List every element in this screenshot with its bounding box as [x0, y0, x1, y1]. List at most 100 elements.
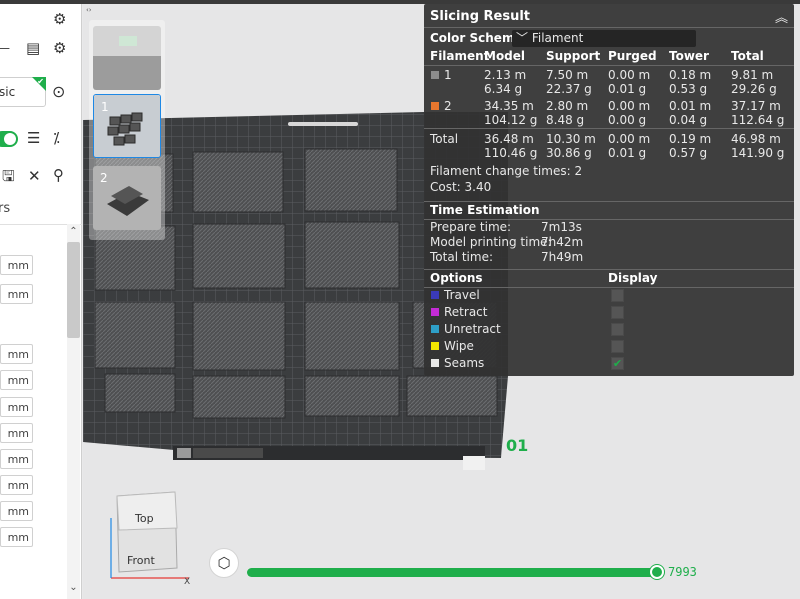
plate-thumb-2[interactable]: 2: [93, 166, 161, 230]
filament-tower-value: 0.18 m: [669, 68, 712, 82]
sidebar-scrollbar[interactable]: ⌃ ⌄: [67, 224, 80, 599]
divider: [424, 269, 794, 270]
column-header: Model: [484, 49, 526, 63]
total-model-value: 36.48 m: [484, 132, 534, 146]
divider: [424, 65, 794, 66]
scroll-up-icon[interactable]: ⌃: [68, 226, 79, 237]
filament-support-value: 8.48 g: [546, 113, 585, 127]
length-field[interactable]: mm: [0, 423, 33, 443]
total-purged-value: 0.00 m: [608, 132, 651, 146]
app-window: ⚙ — ▤ ⚙ sic ✔ ⊙ ☰ ⁒ 🖫 ✕ ⚲ rs mm mm mm mm mm m…: [0, 0, 800, 599]
display-checkbox[interactable]: [611, 323, 624, 336]
total-tower-value: 0.19 m: [669, 132, 712, 146]
display-checkbox[interactable]: [611, 340, 624, 353]
color-scheme-select[interactable]: ﹀ Filament: [512, 30, 696, 47]
save-icon[interactable]: 🖫: [2, 168, 15, 184]
unit-label: mm: [7, 531, 29, 544]
list-icon[interactable]: ☰: [27, 130, 40, 146]
filament-total-value: 29.26 g: [731, 82, 777, 96]
display-checkbox[interactable]: [611, 306, 624, 319]
color-scheme-label: Color Scheme: [430, 31, 523, 45]
display-checkbox[interactable]: ✔: [611, 357, 624, 370]
more-options-icon[interactable]: ⊙: [52, 84, 65, 100]
option-label: Wipe: [444, 339, 474, 353]
unit-label: mm: [7, 427, 29, 440]
option-color-swatch: [431, 325, 439, 333]
filament-total-value: 9.81 m: [731, 68, 774, 82]
filament-id: 2: [444, 99, 452, 113]
plate-number: 1: [101, 100, 109, 114]
option-label: Retract: [444, 305, 488, 319]
layer-slider-value: 7993: [668, 565, 697, 579]
length-field[interactable]: mm: [0, 344, 33, 364]
settings-gear-icon[interactable]: ⚙: [53, 11, 66, 27]
panel-title: Slicing Result: [430, 9, 531, 24]
time-estimation-title: Time Estimation: [430, 203, 540, 217]
printer-config-icon[interactable]: ▤: [26, 40, 40, 56]
total-total-value: 46.98 m: [731, 132, 781, 146]
filament-tower-value: 0.53 g: [669, 82, 708, 96]
layer-slider-track[interactable]: [247, 568, 657, 577]
filament-support-value: 2.80 m: [546, 99, 589, 113]
length-field[interactable]: mm: [0, 255, 33, 275]
plate-object-label: 01: [506, 436, 529, 455]
cost-value: Cost: 3.40: [430, 180, 492, 194]
collapse-handle-icon[interactable]: ‹›: [86, 6, 92, 14]
column-header: Purged: [608, 49, 657, 63]
plate-thumb-1[interactable]: 1: [93, 94, 161, 158]
length-field[interactable]: mm: [0, 475, 33, 495]
time-value: 7m13s: [541, 220, 582, 234]
length-field[interactable]: mm: [0, 449, 33, 469]
navigation-cube[interactable]: X Top Front: [105, 488, 195, 592]
navcube-front-label: Front: [127, 554, 155, 567]
navcube-top-label: Top: [135, 512, 154, 525]
plate-list: 1 2: [89, 20, 165, 240]
length-field[interactable]: mm: [0, 370, 33, 390]
filament-preset-combo[interactable]: sic ✔: [0, 77, 46, 107]
minus-icon[interactable]: —: [0, 40, 10, 56]
filament-change-times: Filament change times: 2: [430, 164, 583, 178]
close-icon[interactable]: ✕: [28, 168, 41, 184]
length-field[interactable]: mm: [0, 501, 33, 521]
advanced-toggle[interactable]: [0, 131, 18, 147]
length-field[interactable]: mm: [0, 527, 33, 547]
view-3d-button[interactable]: ⬡: [209, 548, 239, 578]
option-label: Travel: [444, 288, 480, 302]
time-value: 7h49m: [541, 250, 584, 264]
display-checkbox[interactable]: [611, 289, 624, 302]
option-label: Unretract: [444, 322, 501, 336]
length-field[interactable]: mm: [0, 284, 33, 304]
collapse-up-icon[interactable]: ︽: [775, 7, 788, 26]
unit-label: mm: [7, 505, 29, 518]
filament-tower-value: 0.01 m: [669, 99, 712, 113]
column-header: Support: [546, 49, 601, 63]
column-header: Total: [731, 49, 764, 63]
divider: [424, 128, 794, 129]
filament-purged-value: 0.00 m: [608, 99, 651, 113]
settings-sidebar: ⚙ — ▤ ⚙ sic ✔ ⊙ ☰ ⁒ 🖫 ✕ ⚲ rs mm mm mm mm mm m…: [0, 4, 82, 599]
filament-model-value: 6.34 g: [484, 82, 523, 96]
filament-preset-value: sic: [0, 85, 16, 99]
scrollbar-thumb[interactable]: [67, 242, 80, 338]
color-scheme-value: Filament: [531, 31, 584, 45]
printer-gear-icon[interactable]: ⚙: [53, 40, 66, 56]
filament-total-value: 37.17 m: [731, 99, 781, 113]
unit-label: mm: [7, 348, 29, 361]
check-icon: ✔: [612, 357, 623, 370]
total-support-value: 30.86 g: [546, 146, 592, 160]
filament-color-swatch: [431, 71, 439, 79]
time-label: Model printing time:: [430, 235, 552, 249]
layer-slider-handle[interactable]: [650, 565, 664, 579]
search-icon[interactable]: ⚲: [53, 167, 64, 183]
plate-number: 2: [100, 171, 108, 185]
length-field[interactable]: mm: [0, 397, 33, 417]
option-color-swatch: [431, 342, 439, 350]
compare-icon[interactable]: ⁒: [53, 130, 60, 146]
filament-purged-value: 0.00 g: [608, 113, 647, 127]
total-total-value: 141.90 g: [731, 146, 785, 160]
total-purged-value: 0.01 g: [608, 146, 647, 160]
filament-color-swatch: [431, 102, 439, 110]
option-color-swatch: [431, 291, 439, 299]
plate-thumb-0[interactable]: [93, 26, 161, 90]
scroll-down-icon[interactable]: ⌄: [68, 582, 79, 593]
